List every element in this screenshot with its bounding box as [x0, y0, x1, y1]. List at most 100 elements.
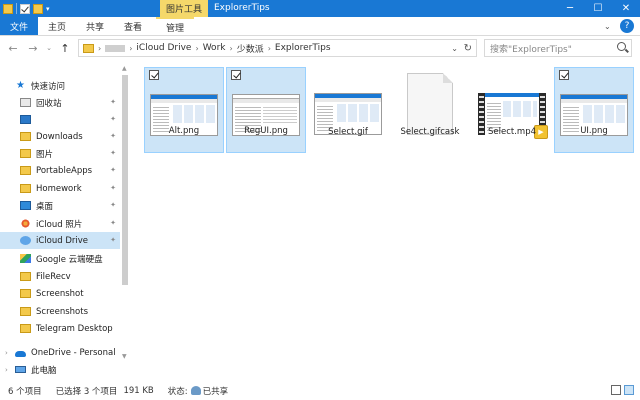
- breadcrumb-sspai[interactable]: 少数派: [237, 42, 264, 55]
- item-checkbox[interactable]: [149, 70, 159, 80]
- pin-icon: ✦: [110, 98, 116, 106]
- sidebar-item-label: 快速访问: [31, 81, 66, 92]
- breadcrumb-icloud-drive[interactable]: iCloud Drive: [136, 43, 191, 53]
- sidebar-item-label: Homework: [36, 183, 82, 194]
- large-icons-view-icon[interactable]: [624, 385, 634, 395]
- breadcrumb-explorertips[interactable]: ExplorerTips: [275, 43, 331, 53]
- sidebar-item-label: Screenshot: [36, 288, 84, 299]
- up-arrow-icon[interactable]: ↑: [58, 42, 72, 55]
- properties-icon[interactable]: [20, 3, 30, 14]
- sidebar-item[interactable]: 桌面 ✦: [0, 197, 120, 214]
- sidebar-item[interactable]: Screenshots: [0, 303, 120, 320]
- sidebar-item[interactable]: 回收站 ✦: [0, 94, 120, 111]
- back-arrow-icon[interactable]: ←: [6, 42, 20, 55]
- shared-users-icon: [190, 386, 201, 395]
- sidebar-item-label: 此电脑: [31, 365, 57, 376]
- breadcrumb-work[interactable]: Work: [203, 43, 226, 53]
- folder-icon: [20, 289, 31, 298]
- onedrive-icon: [15, 350, 26, 357]
- scroll-up-icon[interactable]: ▲: [122, 65, 127, 72]
- nav-scrollbar[interactable]: ▲ ▼: [121, 63, 128, 363]
- file-item[interactable]: ▶ Select.mp4: [472, 67, 552, 153]
- file-item[interactable]: RegUI.png: [226, 67, 306, 153]
- quick-access-toolbar: ▾: [0, 0, 50, 17]
- maximize-button[interactable]: ☐: [584, 0, 612, 17]
- tab-view[interactable]: 查看: [114, 17, 152, 35]
- sidebar-item-label: iCloud 照片: [36, 219, 83, 230]
- folder-icon: [83, 43, 94, 53]
- chevron-right-icon[interactable]: ›: [268, 44, 271, 53]
- sidebar-item[interactable]: ★ 快速访问: [0, 77, 120, 94]
- sidebar-item[interactable]: Homework ✦: [0, 180, 120, 197]
- refresh-icon[interactable]: ↻: [464, 43, 472, 54]
- sidebar-item[interactable]: Screenshot: [0, 285, 120, 302]
- sidebar-item[interactable]: iCloud Drive ✦: [0, 232, 120, 249]
- file-item[interactable]: UI.png: [554, 67, 634, 153]
- folder-icon: [20, 184, 31, 193]
- sidebar-item[interactable]: iCloud 照片 ✦: [0, 215, 120, 232]
- app-icon: [20, 115, 31, 124]
- scroll-down-icon[interactable]: ▼: [122, 353, 127, 360]
- sidebar-item[interactable]: › 此电脑: [0, 361, 120, 378]
- sidebar-item[interactable]: 图片 ✦: [0, 145, 120, 162]
- minimize-button[interactable]: ─: [556, 0, 584, 17]
- chevron-right-icon[interactable]: ›: [5, 366, 12, 374]
- status-bar: 6 个项目 已选择 3 个项目 191 KB 状态: 已共享: [0, 381, 640, 400]
- tab-manage[interactable]: 管理: [156, 17, 195, 35]
- new-folder-icon[interactable]: [33, 3, 43, 14]
- file-name: Select.gif: [328, 127, 368, 137]
- item-count: 6 个项目: [8, 386, 42, 397]
- scroll-thumb[interactable]: [122, 75, 128, 285]
- customize-toolbar-icon[interactable]: ▾: [46, 5, 50, 13]
- address-bar[interactable]: › › iCloud Drive › Work › 少数派 › Explorer…: [78, 39, 477, 57]
- google-drive-icon: [20, 254, 31, 263]
- sidebar-item[interactable]: FileRecv: [0, 268, 120, 285]
- photos-icon: [20, 219, 31, 228]
- recent-locations-icon[interactable]: ⌄: [42, 44, 56, 52]
- file-name: Select.mp4: [487, 127, 536, 137]
- chevron-right-icon[interactable]: ›: [229, 44, 232, 53]
- help-icon[interactable]: ?: [620, 19, 634, 33]
- pin-icon: ✦: [110, 236, 116, 244]
- chevron-down-icon[interactable]: ⌄: [451, 44, 458, 53]
- search-input[interactable]: 搜索"ExplorerTips": [484, 39, 632, 57]
- sidebar-item-label: OneDrive - Personal: [31, 347, 116, 358]
- close-button[interactable]: ✕: [612, 0, 640, 17]
- chevron-right-icon[interactable]: ›: [98, 44, 101, 53]
- file-item[interactable]: Select.gif: [308, 67, 388, 153]
- tab-file[interactable]: 文件: [0, 17, 38, 35]
- chevron-right-icon[interactable]: ›: [5, 349, 12, 357]
- tab-home[interactable]: 主页: [38, 17, 76, 35]
- sidebar-item[interactable]: ✦: [0, 111, 120, 128]
- sidebar-item[interactable]: Telegram Desktop: [0, 320, 120, 337]
- recycle-bin-icon: [20, 98, 31, 107]
- navigation-bar: ← → ⌄ ↑ › › iCloud Drive › Work › 少数派 › …: [0, 37, 640, 59]
- details-view-icon[interactable]: [611, 385, 621, 395]
- sidebar-item[interactable]: PortableApps ✦: [0, 162, 120, 179]
- navigation-pane: ★ 快速访问 回收站 ✦ ✦ Downloads ✦ 图片 ✦ PortableApps ✦ Home…: [0, 63, 128, 376]
- expand-ribbon-icon[interactable]: ⌄: [604, 17, 618, 35]
- folder-icon: [20, 307, 31, 316]
- chevron-right-icon[interactable]: ›: [195, 44, 198, 53]
- file-name: UI.png: [580, 126, 608, 136]
- file-item[interactable]: Select.gifcask: [390, 67, 470, 153]
- chevron-right-icon[interactable]: ›: [129, 44, 132, 53]
- sidebar-item-label: 桌面: [36, 201, 54, 212]
- sidebar-item[interactable]: Downloads ✦: [0, 128, 120, 145]
- item-checkbox[interactable]: [231, 70, 241, 80]
- pin-icon: ✦: [110, 184, 116, 192]
- blurred-crumb: [105, 44, 126, 52]
- title-bar: ▾ 图片工具 ExplorerTips ─ ☐ ✕: [0, 0, 640, 17]
- sidebar-item-label: Google 云端硬盘: [36, 254, 103, 265]
- ribbon-tabs: 文件 主页 共享 查看 管理 ⌄ ?: [0, 17, 640, 36]
- search-icon: [617, 42, 626, 51]
- selected-count: 已选择 3 个项目: [55, 386, 118, 397]
- pc-icon: [15, 366, 26, 373]
- tab-share[interactable]: 共享: [76, 17, 114, 35]
- sidebar-item[interactable]: › OneDrive - Personal: [0, 344, 120, 361]
- pin-icon: ✦: [110, 201, 116, 209]
- sidebar-item[interactable]: Google 云端硬盘: [0, 250, 120, 267]
- item-checkbox[interactable]: [559, 70, 569, 80]
- forward-arrow-icon[interactable]: →: [26, 42, 40, 55]
- file-item[interactable]: Alt.png: [144, 67, 224, 153]
